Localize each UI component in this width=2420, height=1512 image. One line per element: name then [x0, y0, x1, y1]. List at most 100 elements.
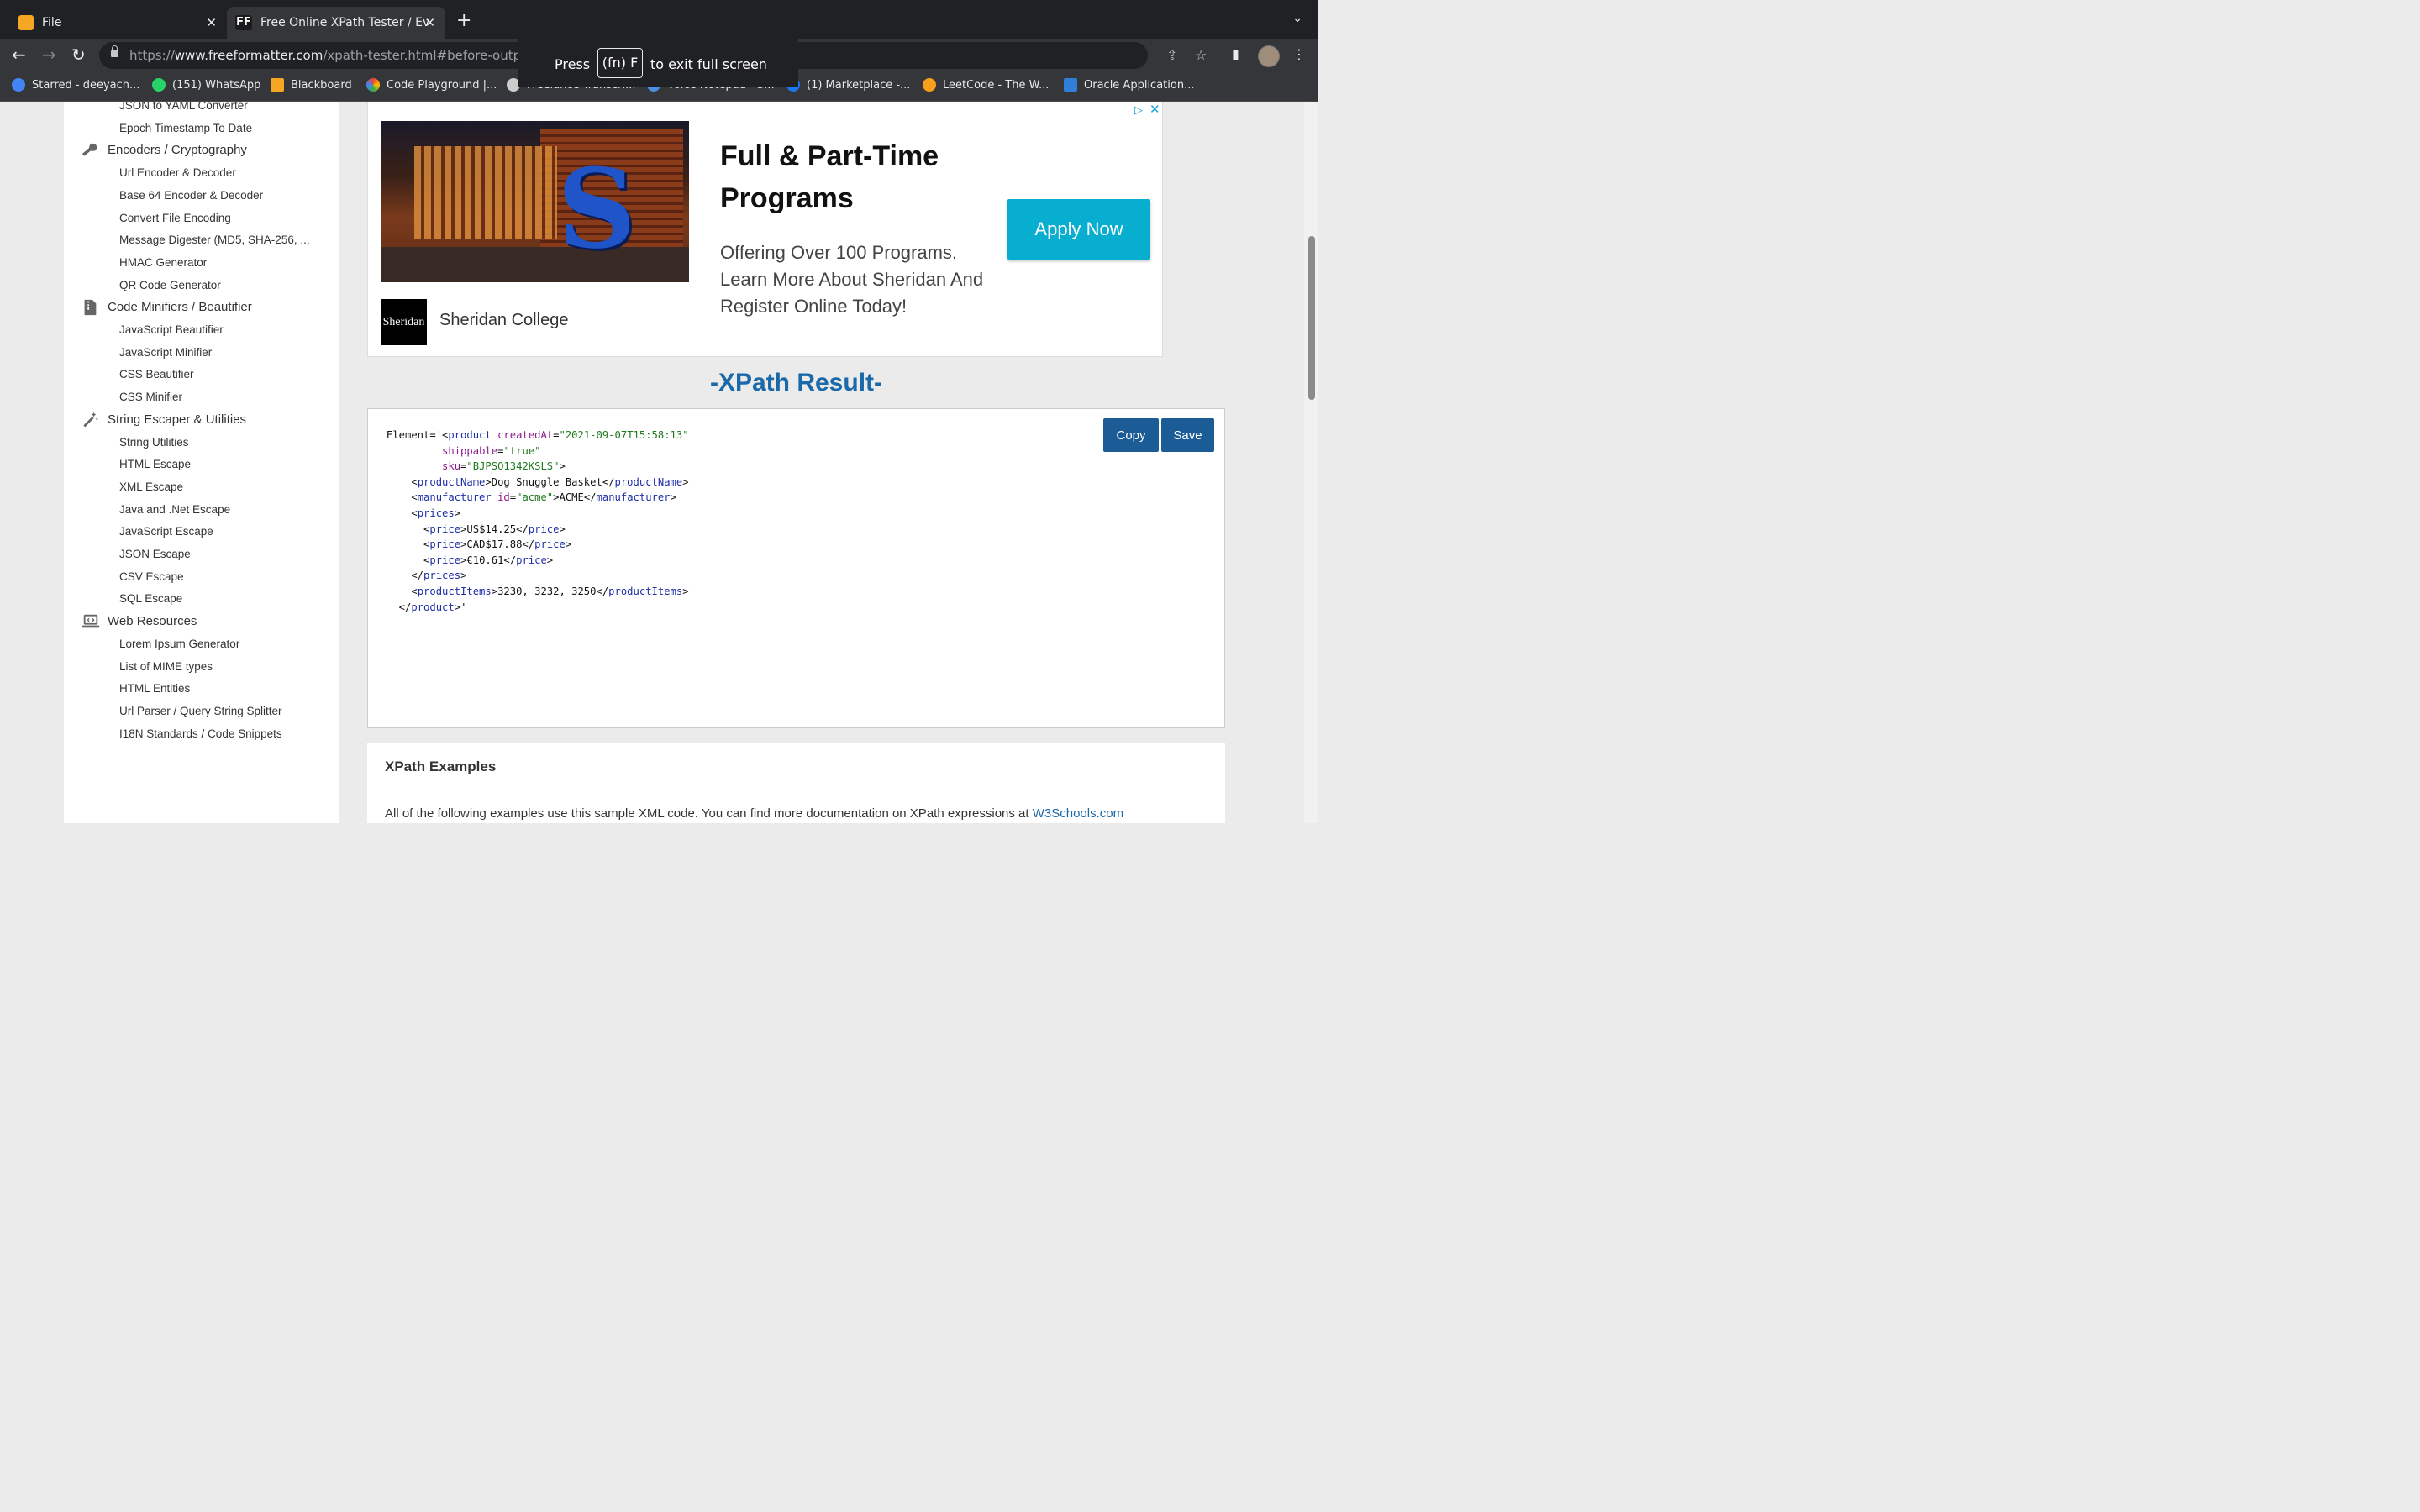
code-line: </product>' [387, 601, 467, 613]
code-line: </prices> [387, 570, 466, 581]
w3schools-link[interactable]: W3Schools.com [1033, 806, 1123, 821]
sidebar-category[interactable]: Web Resources [108, 614, 197, 628]
sidebar-item[interactable]: JavaScript Minifier [119, 346, 212, 359]
sidebar-item[interactable]: List of MIME types [119, 660, 213, 673]
xml-tag-name: manufacturer [417, 491, 492, 504]
ad-image-campus[interactable]: S [381, 121, 689, 282]
sidebar-item[interactable]: Url Parser / Query String Splitter [119, 705, 282, 717]
sidebar-item[interactable]: Convert File Encoding [119, 212, 231, 224]
code-text: > [546, 554, 554, 566]
sidebar-item[interactable]: CSV Escape [119, 570, 184, 583]
code-text: >' [454, 601, 467, 613]
sidebar-item[interactable]: HTML Entities [119, 682, 190, 695]
apply-now-button[interactable]: Apply Now [1007, 199, 1150, 260]
adchoices-icon[interactable]: ▷ [1134, 103, 1143, 117]
sidebar-item[interactable]: I18N Standards / Code Snippets [119, 727, 282, 740]
sidebar-item[interactable]: SQL Escape [119, 592, 182, 605]
sidebar-item[interactable]: Url Encoder & Decoder [119, 166, 236, 179]
code-text: < [387, 554, 430, 566]
side-panel-icon[interactable]: ▮ [1232, 46, 1239, 62]
bookmark-blackboard[interactable]: Blackboard [271, 78, 352, 92]
code-line: shippable="true" [387, 445, 540, 457]
sidebar-item[interactable]: CSS Beautifier [119, 368, 194, 381]
sheridan-logo[interactable]: Sheridan [381, 299, 427, 345]
code-text: > [559, 460, 566, 473]
scrollbar-thumb[interactable] [1308, 236, 1315, 400]
sidebar-item[interactable]: String Utilities [119, 436, 189, 449]
section-title: XPath Examples [385, 759, 497, 774]
code-text: < [387, 491, 418, 504]
tab-xpath-tester[interactable]: FF Free Online XPath Tester / Evalu ✕ [227, 7, 445, 39]
bookmark-starred[interactable]: Starred - deeyach... [12, 78, 139, 92]
code-line: <price>€10.61</price> [387, 554, 553, 566]
sidebar-category[interactable]: String Escaper & Utilities [108, 412, 246, 427]
xml-tag-name: manufacturer [596, 491, 671, 504]
sidebar-item[interactable]: JavaScript Beautifier [119, 323, 224, 336]
tab-file[interactable]: File ✕ [10, 7, 227, 39]
avatar[interactable] [1258, 45, 1280, 67]
bookmark-marketplace[interactable]: (1) Marketplace -... [786, 78, 910, 92]
ad-brand[interactable]: Sheridan College [439, 311, 568, 330]
xml-tag-name: price [534, 538, 566, 551]
xml-attribute-name: sku [442, 460, 461, 473]
sidebar-category[interactable]: Code Minifiers / Beautifier [108, 300, 252, 314]
sidebar-item[interactable]: HTML Escape [119, 458, 191, 470]
sidebar-item[interactable]: CSS Minifier [119, 391, 182, 403]
ad-headline[interactable]: Full & Part-Time Programs [720, 135, 989, 219]
forward-icon[interactable]: → [42, 45, 56, 64]
sidebar-item[interactable]: JSON Escape [119, 548, 191, 560]
bookmark-oracle[interactable]: Oracle Application... [1064, 78, 1194, 92]
bookmark-code-playground[interactable]: Code Playground |... [366, 78, 497, 92]
sidebar: JSON to YAML Converter Epoch Timestamp To… [64, 102, 339, 823]
bookmark-whatsapp[interactable]: (151) WhatsApp [152, 78, 260, 92]
close-icon[interactable]: ✕ [206, 15, 217, 30]
oracle-icon [1064, 78, 1077, 92]
reload-icon[interactable]: ↻ [71, 45, 86, 64]
xml-attribute-value: "true" [503, 444, 541, 457]
chevron-down-icon[interactable]: ⌄ [1292, 12, 1302, 25]
tab-strip: File ✕ FF Free Online XPath Tester / Eva… [0, 0, 1318, 39]
close-icon[interactable]: ✕ [1150, 102, 1160, 117]
scrollbar-track[interactable] [1304, 102, 1318, 823]
sidebar-item[interactable]: XML Escape [119, 480, 183, 493]
sidebar-item[interactable]: Epoch Timestamp To Date [119, 122, 252, 134]
code-line: <productItems>3230, 3232, 3250</productI… [387, 585, 688, 597]
save-button[interactable]: Save [1161, 418, 1214, 452]
back-icon[interactable]: ← [12, 45, 26, 64]
star-icon[interactable]: ☆ [1195, 47, 1207, 63]
sidebar-item[interactable]: HMAC Generator [119, 256, 207, 269]
pencil-file-icon [18, 15, 34, 30]
sidebar-item[interactable]: Message Digester (MD5, SHA-256, ... [119, 234, 310, 246]
advertisement[interactable]: S Sheridan Sheridan College Full & Part-… [367, 102, 1163, 357]
code-text: > [454, 507, 461, 519]
code-line: <prices> [387, 507, 460, 519]
share-icon[interactable]: ⇪ [1166, 47, 1177, 63]
kebab-menu-icon[interactable]: ⋮ [1292, 46, 1306, 62]
xml-tag-name: productName [417, 475, 486, 488]
sidebar-category[interactable]: Encoders / Cryptography [108, 143, 247, 157]
sidebar-item[interactable]: JavaScript Escape [119, 525, 213, 538]
copy-button[interactable]: Copy [1103, 418, 1159, 452]
blackboard-icon [271, 78, 284, 92]
tab-title: File [42, 16, 62, 29]
fullscreen-hint: Press (fn) F to exit full screen [518, 39, 798, 87]
sidebar-item[interactable]: JSON to YAML Converter [119, 102, 248, 112]
new-tab-icon[interactable]: + [456, 10, 471, 31]
hint-text: to exit full screen [650, 56, 767, 72]
xml-attribute-name: createdAt [497, 429, 554, 441]
sidebar-item[interactable]: QR Code Generator [119, 279, 221, 291]
code-text: >CAD$17.88</ [460, 538, 535, 551]
google-icon [12, 78, 25, 92]
code-text: >ACME</ [553, 491, 597, 504]
code-text: < [387, 585, 418, 597]
sidebar-item[interactable]: Base 64 Encoder & Decoder [119, 189, 263, 202]
bookmark-leetcode[interactable]: LeetCode - The W... [923, 78, 1049, 92]
sidebar-item[interactable]: Java and .Net Escape [119, 503, 230, 516]
result-code: Element='<product createdAt="2021-09-07T… [387, 428, 689, 615]
xpath-result-output[interactable]: Element='<product createdAt="2021-09-07T… [367, 408, 1225, 728]
xpath-examples-section: XPath Examples All of the following exam… [367, 743, 1225, 823]
sidebar-item[interactable]: Lorem Ipsum Generator [119, 638, 239, 650]
close-icon[interactable]: ✕ [424, 15, 435, 30]
